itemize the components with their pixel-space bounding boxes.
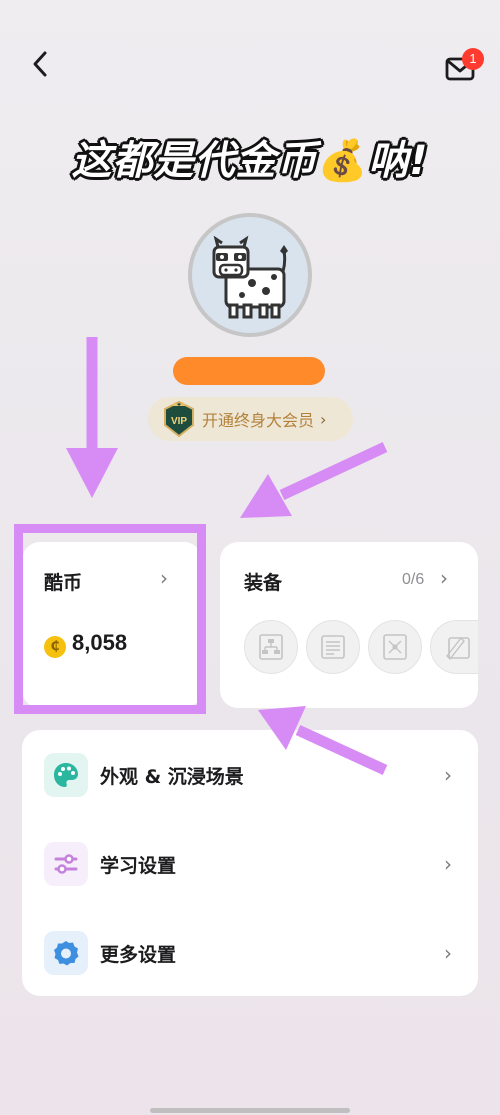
arrow-down-left-icon: [240, 442, 388, 518]
chevron-right-icon: ›: [440, 566, 448, 590]
menu-item-appearance[interactable]: 外观 & 沉浸场景 ›: [22, 731, 478, 819]
home-indicator: [150, 1108, 350, 1113]
menu-item-learning-settings[interactable]: 学习设置 ›: [22, 820, 478, 908]
arrow-down-icon: [66, 337, 118, 498]
tree-diagram-icon: [259, 634, 283, 660]
mindmap-icon: [383, 634, 407, 660]
highlight-box: [14, 524, 206, 714]
equipment-slot[interactable]: [430, 620, 478, 674]
back-button[interactable]: [20, 44, 60, 84]
equipment-slot[interactable]: [368, 620, 422, 674]
vip-membership-button[interactable]: VIP 开通终身大会员 ›: [148, 397, 353, 441]
caption-text: 这都是代金币💰呐!: [0, 128, 500, 186]
equipment-slot[interactable]: [306, 620, 360, 674]
chevron-left-icon: [33, 51, 47, 77]
username-redacted-bar: [173, 357, 325, 385]
chevron-right-icon: ›: [444, 763, 452, 787]
chevron-right-icon: ›: [320, 409, 327, 429]
avatar[interactable]: [188, 213, 312, 337]
caption-text-before: 这都是代金币: [71, 138, 318, 184]
menu-item-label: 学习设置: [100, 854, 177, 877]
cow-avatar-icon: [212, 235, 288, 319]
money-bag-icon: 💰: [317, 138, 369, 184]
equipment-card-title: 装备: [244, 572, 283, 594]
document-icon: [321, 635, 345, 659]
chevron-right-icon: ›: [444, 852, 452, 876]
vip-label: 开通终身大会员: [202, 411, 315, 430]
gear-icon: [44, 931, 88, 975]
svg-text:VIP: VIP: [171, 416, 187, 427]
sliders-icon: [44, 842, 88, 886]
caption-text-after: 呐!: [368, 138, 429, 184]
vip-badge-icon: VIP: [164, 400, 194, 438]
notification-badge: 1: [462, 48, 484, 70]
menu-item-more-settings[interactable]: 更多设置 ›: [22, 909, 478, 997]
menu-item-label: 更多设置: [100, 943, 177, 966]
menu-item-label: 外观 & 沉浸场景: [100, 765, 244, 788]
pencil-icon: [445, 636, 470, 661]
equipment-slot[interactable]: [244, 620, 298, 674]
chevron-right-icon: ›: [444, 941, 452, 965]
palette-icon: [44, 753, 88, 797]
equipment-count: 0/6: [402, 571, 425, 588]
